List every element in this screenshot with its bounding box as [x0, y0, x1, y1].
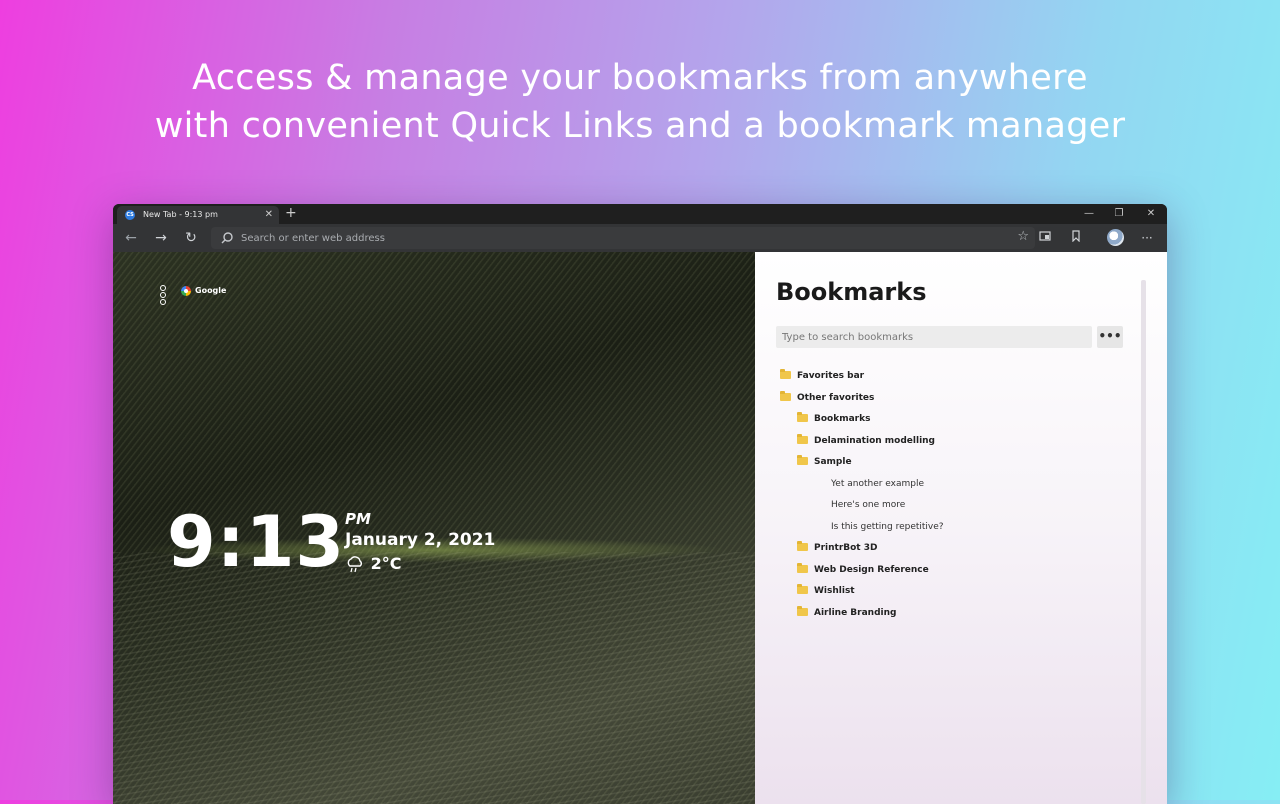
rain-cloud-icon [347, 555, 362, 572]
minimize-icon[interactable]: — [1079, 204, 1099, 224]
folder-icon [797, 583, 808, 594]
bookmark-label: Wishlist [814, 586, 855, 596]
bookmark-link[interactable]: Here's one more [831, 495, 905, 515]
folder-icon [780, 390, 791, 401]
menu-dots-icon[interactable] [159, 285, 167, 305]
bookmark-search-input[interactable] [776, 326, 1092, 348]
bookmarks-panel: Bookmarks ••• Favorites bar Other favorit… [755, 252, 1167, 804]
bookmark-folder[interactable]: Favorites bar [780, 366, 864, 386]
bookmark-label: Bookmarks [814, 414, 871, 424]
bookmark-label: PrintrBot 3D [814, 543, 878, 553]
folder-icon [797, 454, 808, 465]
folder-icon [797, 562, 808, 573]
tab-close-icon[interactable]: ✕ [265, 206, 273, 224]
bookmark-folder[interactable]: Airline Branding [797, 603, 896, 623]
favorites-icon[interactable] [1068, 230, 1084, 246]
headline: Access & manage your bookmarks from anyw… [0, 54, 1280, 150]
bookmark-folder[interactable]: Bookmarks [797, 409, 870, 429]
browser-window: CS New Tab - 9:13 pm ✕ + — ❐ ✕ ← → ↻ ☆ ·… [113, 204, 1167, 804]
bookmark-label: Other favorites [797, 393, 875, 403]
folder-icon [797, 433, 808, 444]
bookmarks-title: Bookmarks [776, 278, 927, 306]
clock-date: January 2, 2021 [345, 530, 496, 550]
bookmark-label: Sample [814, 457, 852, 467]
restore-icon[interactable]: ❐ [1109, 204, 1129, 224]
folder-icon [797, 605, 808, 616]
bookmark-label: Web Design Reference [814, 565, 929, 575]
bookmark-folder[interactable]: PrintrBot 3D [797, 538, 877, 558]
headline-line-1: Access & manage your bookmarks from anyw… [192, 58, 1088, 98]
refresh-icon[interactable]: ↻ [181, 229, 201, 247]
tab-favicon-icon: CS [125, 210, 135, 220]
folder-icon [797, 540, 808, 551]
quick-link-google[interactable]: Google [181, 284, 226, 298]
collections-icon[interactable] [1037, 230, 1053, 246]
toolbar: ← → ↻ ☆ ··· [113, 224, 1167, 252]
bookmark-folder[interactable]: Delamination modelling [797, 431, 935, 451]
quick-link-label: Google [195, 286, 227, 295]
address-input[interactable] [241, 227, 981, 249]
bookmark-folder[interactable]: Wishlist [797, 581, 855, 601]
bookmark-folder[interactable]: Web Design Reference [797, 560, 929, 580]
page-content: Google 9:13 PM January 2, 2021 2°C Bookm… [113, 252, 1167, 804]
address-bar[interactable]: ☆ [211, 227, 1035, 249]
new-tab-button[interactable]: + [285, 204, 297, 223]
bookmark-folder[interactable]: Other favorites [780, 388, 874, 408]
panel-scrollbar[interactable] [1141, 280, 1146, 804]
tab-title: New Tab - 9:13 pm [143, 210, 218, 219]
tab-new-tab[interactable]: CS New Tab - 9:13 pm ✕ [117, 206, 279, 224]
tab-bar: CS New Tab - 9:13 pm ✕ + — ❐ ✕ [113, 204, 1167, 224]
bookmark-label: Is this getting repetitive? [831, 522, 944, 532]
search-icon [221, 232, 233, 244]
clock-ampm: PM [345, 510, 371, 528]
weather: 2°C [345, 554, 401, 574]
forward-icon[interactable]: → [151, 229, 171, 247]
bookmark-label: Here's one more [831, 500, 906, 510]
folder-icon [797, 411, 808, 422]
star-icon[interactable]: ☆ [1017, 229, 1029, 244]
bookmark-link[interactable]: Yet another example [831, 474, 924, 494]
profile-avatar[interactable] [1107, 229, 1124, 246]
bookmark-options-button[interactable]: ••• [1097, 326, 1123, 348]
clock-time: 9:13 [167, 501, 346, 583]
window-close-icon[interactable]: ✕ [1141, 204, 1161, 224]
bookmark-label: Favorites bar [797, 371, 865, 381]
bookmark-label: Delamination modelling [814, 436, 935, 446]
bookmark-folder[interactable]: Sample [797, 452, 852, 472]
folder-icon [780, 368, 791, 379]
more-icon[interactable]: ··· [1139, 230, 1155, 246]
wallpaper-image: Google 9:13 PM January 2, 2021 2°C [113, 252, 755, 804]
bookmark-label: Yet another example [831, 479, 925, 489]
weather-temperature: 2°C [370, 554, 402, 573]
bookmark-label: Airline Branding [814, 608, 897, 618]
google-icon [181, 285, 191, 296]
back-icon[interactable]: ← [121, 229, 141, 247]
bookmark-link[interactable]: Is this getting repetitive? [831, 517, 944, 537]
headline-line-2: with convenient Quick Links and a bookma… [154, 106, 1126, 146]
